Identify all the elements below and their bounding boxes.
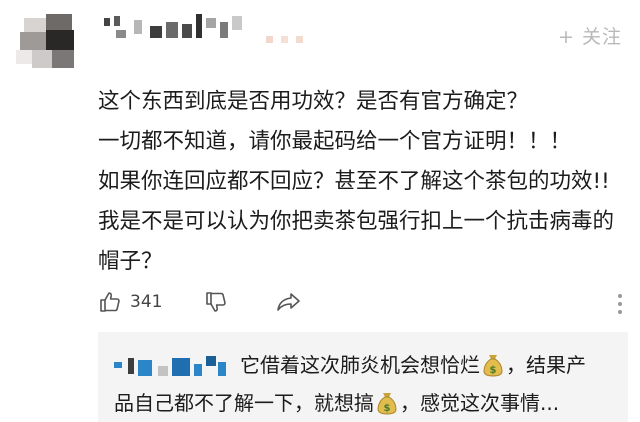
avatar[interactable] [16, 12, 80, 72]
comment-line: 这个东西到底是否用功效？是否有官方确定？ [98, 89, 529, 114]
reply-text: 它借着这次肺炎机会想恰烂 [240, 353, 480, 377]
like-button[interactable]: 341 [98, 290, 162, 314]
comment-line: 我是不是可以认为你把卖茶包强行扣上一个抗击病毒的 [98, 209, 615, 234]
thumbs-down-icon [206, 292, 226, 312]
reply-preview[interactable]: 它借着这次肺炎机会想恰烂 $ ，结果产 品自己都不了解一下，就想搞 $ ，感觉这… [98, 332, 628, 422]
comment-text: 这个东西到底是否用功效？是否有官方确定？ 一切都不知道，请你最起码给一个官方证明… [98, 82, 628, 282]
comment-actions: 341 [98, 290, 628, 322]
username[interactable] [104, 14, 254, 50]
svg-text:$: $ [384, 403, 391, 414]
comment-line: 一切都不知道，请你最起码给一个官方证明！！！ [98, 129, 572, 154]
dislike-button[interactable] [204, 290, 228, 314]
share-button[interactable] [276, 290, 302, 314]
thumbs-up-icon [100, 292, 120, 312]
comment-line: 帽子？ [98, 249, 163, 274]
share-icon [277, 293, 300, 311]
reply-username[interactable] [114, 352, 232, 378]
reply-line: 它借着这次肺炎机会想恰烂 $ ，结果产 [114, 346, 612, 384]
reply-text: ，结果产 [506, 353, 586, 377]
reply-text: ，感觉这次事情... [400, 391, 560, 415]
reply-line: 品自己都不了解一下，就想搞 $ ，感觉这次事情... [114, 384, 612, 422]
user-badges [266, 28, 311, 47]
comment-line: 如果你连回应都不回应？甚至不了解这个茶包的功效!! [98, 169, 610, 194]
money-bag-icon: $ [483, 355, 503, 377]
reply-text: 品自己都不了解一下，就想搞 [114, 391, 374, 415]
follow-button[interactable]: + 关注 [558, 22, 622, 49]
like-count: 341 [130, 292, 163, 312]
svg-text:$: $ [490, 365, 497, 376]
more-icon[interactable] [618, 294, 622, 318]
money-bag-icon: $ [377, 393, 397, 415]
